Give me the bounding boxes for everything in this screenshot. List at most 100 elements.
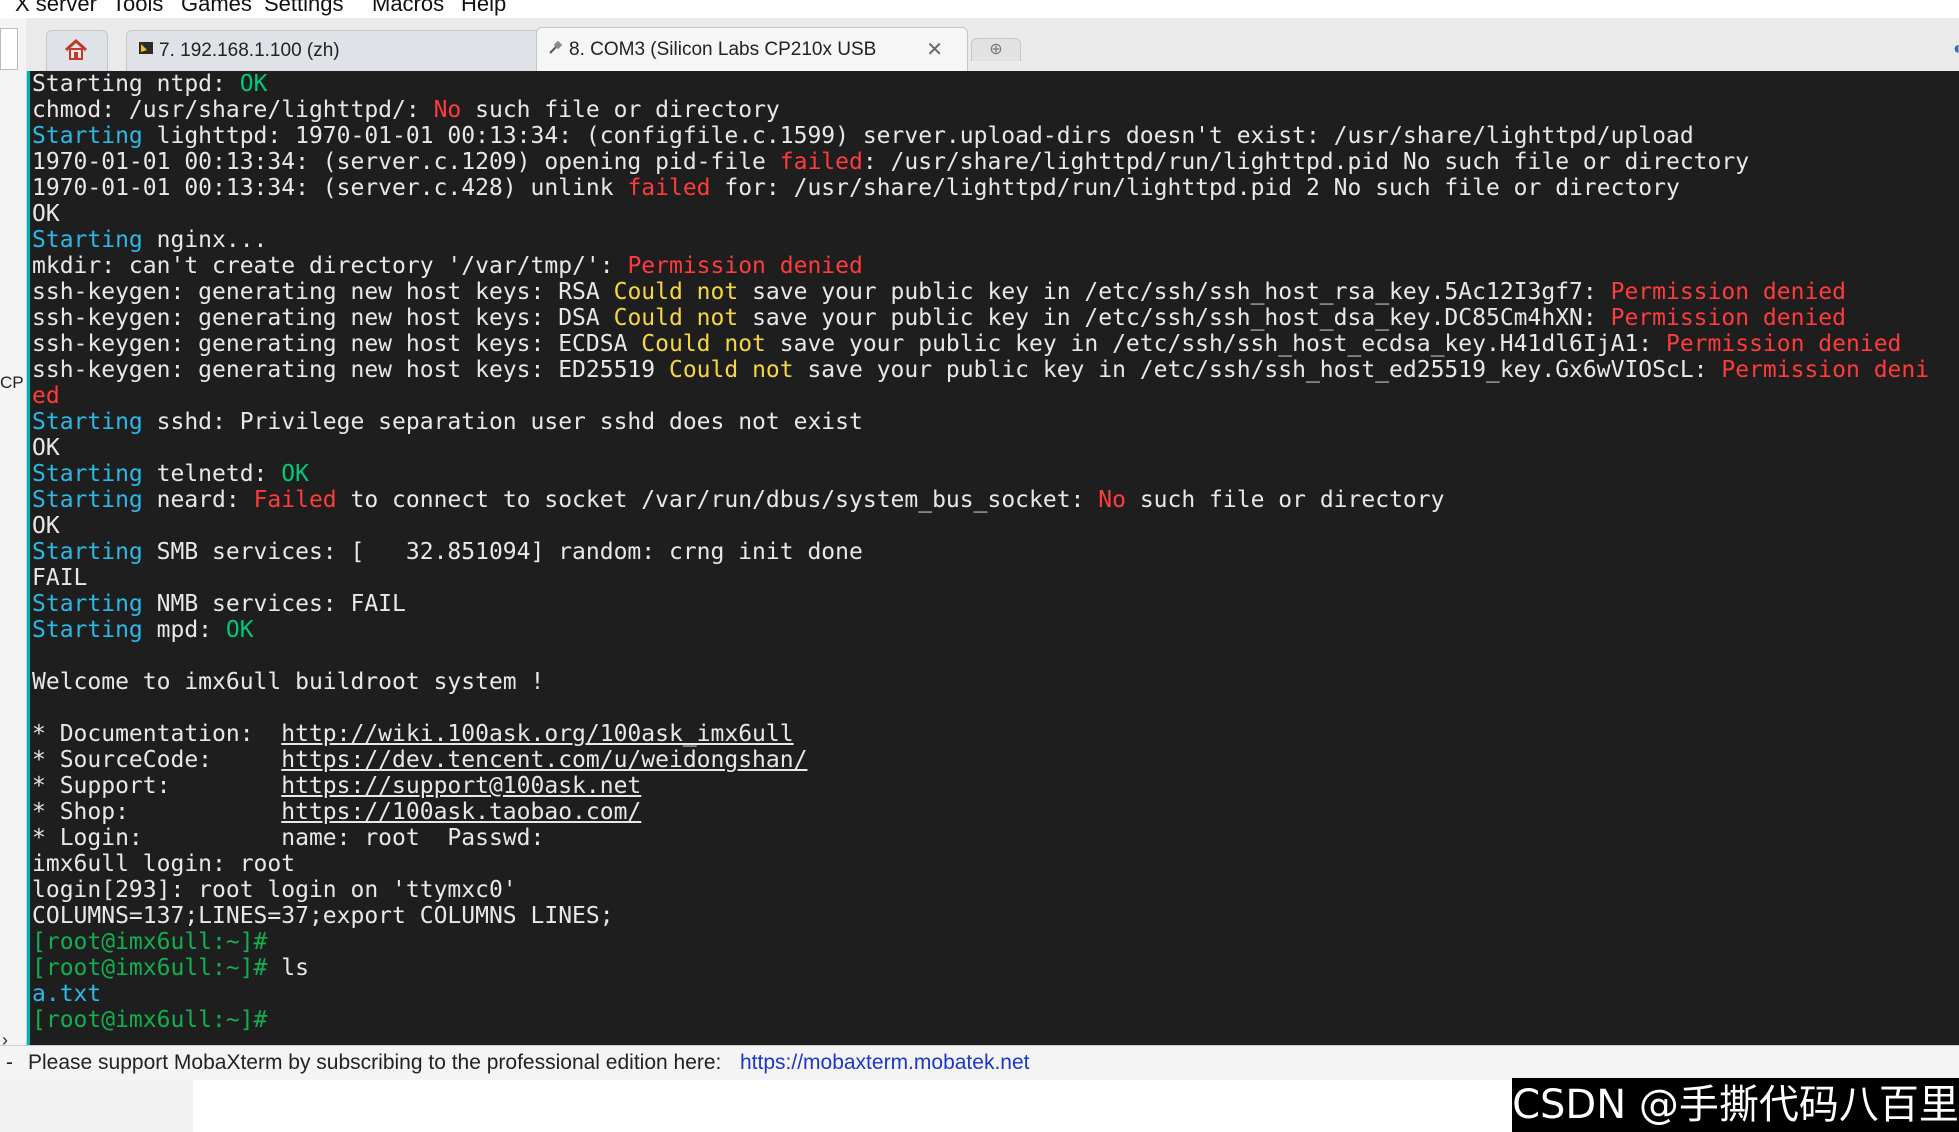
terminal-segment: [root@imx6ull:~]# bbox=[32, 955, 268, 981]
terminal-segment: Starting bbox=[32, 539, 143, 565]
terminal-segment: Starting bbox=[32, 227, 143, 253]
terminal-line: Starting lighttpd: 1970-01-01 00:13:34: … bbox=[32, 123, 1929, 149]
terminal-segment: for: /usr/share/lighttpd/run/lighttpd.pi… bbox=[710, 175, 1680, 201]
terminal-segment: Permission denied bbox=[1610, 279, 1846, 305]
terminal-line: OK bbox=[32, 435, 1929, 461]
terminal-segment: Could not bbox=[668, 357, 794, 383]
terminal-line: ssh-keygen: generating new host keys: DS… bbox=[32, 305, 1929, 331]
terminal-segment: Could not bbox=[613, 305, 739, 331]
terminal-segment: Welcome to imx6ull buildroot system ! bbox=[32, 669, 545, 695]
terminal-segment: OK bbox=[225, 617, 254, 643]
subscribe-link[interactable]: https://mobaxterm.mobatek.net bbox=[740, 1046, 1029, 1080]
terminal-segment: such file or directory bbox=[1125, 487, 1445, 513]
terminal-line: * Shop: https://100ask.taobao.com/ bbox=[32, 799, 1929, 825]
terminal-line: Starting sshd: Privilege separation user… bbox=[32, 409, 1929, 435]
terminal-line: Starting ntpd: OK bbox=[32, 71, 1929, 97]
terminal-segment: Starting bbox=[32, 409, 143, 435]
terminal-segment: login[293]: root login on 'ttymxc0' bbox=[32, 877, 517, 903]
terminal-segment: OK bbox=[32, 513, 60, 539]
terminal-segment: OK bbox=[32, 435, 60, 461]
terminal-segment: 1970-01-01 00:13:34: (server.c.1209) ope… bbox=[32, 149, 780, 175]
terminal-link[interactable]: https://100ask.taobao.com/ bbox=[281, 799, 641, 825]
watermark: CSDN @手撕代码八百里 bbox=[1512, 1078, 1959, 1132]
terminal-line: Starting mpd: OK bbox=[32, 617, 1929, 643]
terminal-line: login[293]: root login on 'ttymxc0' bbox=[32, 877, 1929, 903]
terminal-segment: Starting bbox=[32, 487, 143, 513]
terminal-segment: save your public key in /etc/ssh/ssh_hos… bbox=[793, 357, 1722, 383]
terminal-segment: COLUMNS=137;LINES=37;export COLUMNS LINE… bbox=[32, 903, 614, 929]
terminal-line: Welcome to imx6ull buildroot system ! bbox=[32, 669, 1929, 695]
terminal-segment: Could not bbox=[613, 279, 739, 305]
terminal-segment: Permission deni bbox=[1721, 357, 1930, 383]
terminal-line: Starting neard: Failed to connect to soc… bbox=[32, 487, 1929, 513]
status-dash: - bbox=[6, 1051, 13, 1074]
terminal-segment: OK bbox=[239, 71, 268, 97]
terminal-segment: No bbox=[433, 97, 462, 123]
terminal-line: FAIL bbox=[32, 565, 1929, 591]
terminal-segment: to connect to socket /var/run/dbus/syste… bbox=[336, 487, 1099, 513]
status-message: Please support MobaXterm by subscribing … bbox=[28, 1051, 722, 1074]
terminal-segment: Permission denied bbox=[627, 253, 863, 279]
tab-serial-session[interactable]: 8. COM3 (Silicon Labs CP210x USB ✕ bbox=[536, 27, 968, 72]
terminal-link[interactable]: http://wiki.100ask.org/100ask_imx6ull bbox=[281, 721, 793, 747]
terminal-line: mkdir: can't create directory '/var/tmp/… bbox=[32, 253, 1929, 279]
terminal-segment: ed bbox=[32, 383, 60, 409]
terminal-segment: failed bbox=[627, 175, 711, 201]
terminal-line: OK bbox=[32, 513, 1929, 539]
terminal-line: 1970-01-01 00:13:34: (server.c.1209) ope… bbox=[32, 149, 1929, 175]
terminal-output[interactable]: Starting ntpd: OK chmod: /usr/share/light… bbox=[27, 71, 1959, 1045]
terminal-line: [root@imx6ull:~]# bbox=[32, 929, 1929, 955]
terminal-segment: neard: bbox=[142, 487, 254, 513]
menu-x-server[interactable]: X server bbox=[15, 0, 97, 16]
terminal-segment: Failed bbox=[253, 487, 337, 513]
terminal-line: * Login: name: root Passwd: bbox=[32, 825, 1929, 851]
terminal-segment: * Support: bbox=[32, 773, 282, 799]
terminal-segment: Starting ntpd: bbox=[32, 71, 240, 97]
terminal-line: COLUMNS=137;LINES=37;export COLUMNS LINE… bbox=[32, 903, 1929, 929]
tab-label: 7. 192.168.1.100 (zh) bbox=[159, 40, 340, 61]
terminal-segment: OK bbox=[281, 461, 309, 487]
terminal-segment: Starting bbox=[32, 591, 143, 617]
tab-scroll-icon[interactable]: ◖ bbox=[1951, 38, 1959, 59]
terminal-segment: [root@imx6ull:~]# bbox=[32, 929, 268, 955]
terminal-segment: save your public key in /etc/ssh/ssh_hos… bbox=[738, 279, 1611, 305]
terminal-segment: * SourceCode: bbox=[32, 747, 282, 773]
menu-games[interactable]: Games bbox=[181, 0, 252, 16]
terminal-segment: FAIL bbox=[32, 565, 88, 591]
plus-icon: ⊕ bbox=[989, 41, 1003, 58]
terminal-segment: OK bbox=[32, 201, 60, 227]
terminal-segment: ssh-keygen: generating new host keys: EC… bbox=[32, 331, 642, 357]
left-sidebar: CP › bbox=[0, 18, 27, 1050]
terminal-segment: ssh-keygen: generating new host keys: ED… bbox=[32, 357, 669, 383]
menu-settings[interactable]: Settings bbox=[264, 0, 344, 16]
sidebar-panel[interactable] bbox=[0, 28, 18, 70]
tab-bar: 7. 192.168.1.100 (zh) 8. COM3 (Silicon L… bbox=[26, 18, 1959, 72]
terminal-segment: failed bbox=[779, 149, 863, 175]
terminal-segment: save your public key in /etc/ssh/ssh_hos… bbox=[765, 331, 1666, 357]
terminal-segment: * Documentation: bbox=[32, 721, 282, 747]
terminal-link[interactable]: https://dev.tencent.com/u/weidongshan/ bbox=[281, 747, 807, 773]
menu-bar: X server Tools Games Settings Macros Hel… bbox=[0, 0, 1959, 18]
tab-label: 8. COM3 (Silicon Labs CP210x USB bbox=[569, 39, 877, 60]
terminal-line: Starting nginx... bbox=[32, 227, 1929, 253]
terminal-segment: Starting bbox=[32, 123, 143, 149]
menu-help[interactable]: Help bbox=[461, 0, 506, 16]
tab-home[interactable] bbox=[46, 30, 108, 71]
new-tab-button[interactable]: ⊕ bbox=[971, 38, 1021, 61]
bottom-left-panel bbox=[0, 1080, 193, 1132]
terminal-link[interactable]: https://support@100ask.net bbox=[281, 773, 641, 799]
terminal-segment: 1970-01-01 00:13:34: (server.c.428) unli… bbox=[32, 175, 628, 201]
tab-ssh-session[interactable]: 7. 192.168.1.100 (zh) bbox=[126, 30, 548, 71]
terminal-line: OK bbox=[32, 201, 1929, 227]
terminal-line: ed bbox=[32, 383, 1929, 409]
terminal-segment: telnetd: bbox=[142, 461, 282, 487]
menu-macros[interactable]: Macros bbox=[372, 0, 444, 16]
status-bar: - Please support MobaXterm by subscribin… bbox=[0, 1045, 1959, 1080]
terminal-segment: imx6ull login: root bbox=[32, 851, 296, 877]
menu-tools[interactable]: Tools bbox=[112, 0, 163, 16]
terminal-line: * Documentation: http://wiki.100ask.org/… bbox=[32, 721, 1929, 747]
home-icon bbox=[64, 38, 88, 60]
terminal-line: [root@imx6ull:~]# ls bbox=[32, 955, 1929, 981]
close-tab-icon[interactable]: ✕ bbox=[926, 28, 943, 72]
